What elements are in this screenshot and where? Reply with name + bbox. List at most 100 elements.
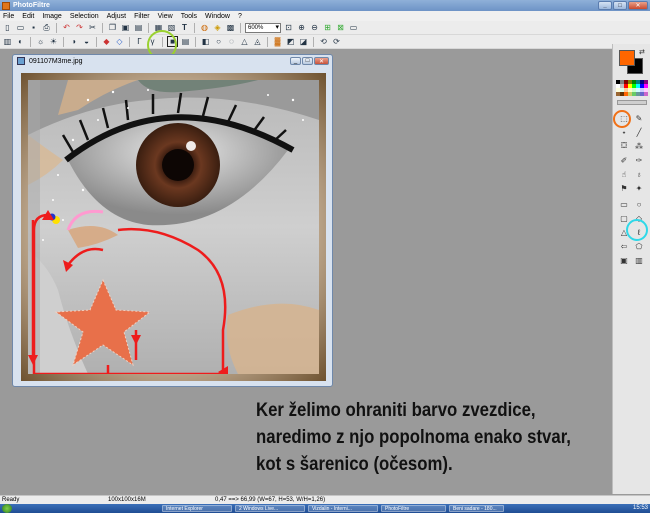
paste-new-icon[interactable]: ▤ xyxy=(133,22,144,33)
menu-file[interactable]: File xyxy=(3,13,14,20)
menu-edit[interactable]: Edit xyxy=(22,13,34,20)
paste-icon[interactable]: ▣ xyxy=(120,22,131,33)
toolbar-separator xyxy=(30,36,31,47)
caption-line-3: kot s šarenico (očesom). xyxy=(256,453,453,475)
explorer-icon[interactable]: ◈ xyxy=(212,22,223,33)
select-all-icon[interactable]: ▥ xyxy=(632,254,646,266)
taskbar-item-other[interactable]: Beni sadare - 180... xyxy=(449,505,504,512)
flip-icon[interactable]: ◪ xyxy=(298,36,309,47)
sepia-icon[interactable]: ▤ xyxy=(180,36,191,47)
palette-icon[interactable]: ◍ xyxy=(199,22,210,33)
toolbar-separator xyxy=(313,36,314,47)
foreground-color-swatch[interactable] xyxy=(619,50,635,66)
smudge-icon[interactable]: ♁ xyxy=(632,168,646,180)
copy-icon[interactable]: ❐ xyxy=(107,22,118,33)
arrow-shape-icon[interactable]: ⇦ xyxy=(617,240,631,252)
doc-minimize-button[interactable]: _ xyxy=(290,57,301,65)
menu-filter[interactable]: Filter xyxy=(134,13,150,20)
auto-levels-icon[interactable]: ▥ xyxy=(2,36,13,47)
cut-icon[interactable]: ✂ xyxy=(87,22,98,33)
blur-icon[interactable]: ○ xyxy=(213,36,224,47)
caption-line-1: Ker želimo ohraniti barvo zvezdice, xyxy=(256,399,536,421)
advanced-brush-icon[interactable]: ✑ xyxy=(632,154,646,166)
open-folder-icon[interactable]: ▭ xyxy=(15,22,26,33)
start-button[interactable] xyxy=(2,504,12,513)
menu-image[interactable]: Image xyxy=(42,13,61,20)
color-picker-icon[interactable]: ✎ xyxy=(632,112,646,124)
zoom-out-icon[interactable]: ⊖ xyxy=(309,22,320,33)
auto-contrast-icon[interactable]: ◐ xyxy=(15,36,26,47)
rotate-right-icon[interactable]: ⟳ xyxy=(331,36,342,47)
invert-selection-icon[interactable]: ▣ xyxy=(617,254,631,266)
print-icon[interactable]: ⎙ xyxy=(41,22,52,33)
stamp-icon[interactable]: ⚑ xyxy=(617,182,631,194)
pattern-icon[interactable]: ✦ xyxy=(632,182,646,194)
redo-icon[interactable]: ↷ xyxy=(74,22,85,33)
taskbar-item-ie[interactable]: Internet Explorer xyxy=(162,505,232,512)
zoom-reset-icon[interactable]: ⊡ xyxy=(283,22,294,33)
drop-icon[interactable]: ◬ xyxy=(252,36,263,47)
full-screen-icon[interactable]: ⊠ xyxy=(335,22,346,33)
minimize-button[interactable]: _ xyxy=(598,1,612,10)
taskbar-item-browser[interactable]: Vizdalin - Interni... xyxy=(308,505,378,512)
maximize-button[interactable]: □ xyxy=(613,1,627,10)
polygon-lasso-icon[interactable]: ⬠ xyxy=(632,240,646,252)
taskbar-item-photofiltre[interactable]: PhotoFiltre xyxy=(381,505,446,512)
rotate-left-icon[interactable]: ⟲ xyxy=(318,36,329,47)
zoom-in-icon[interactable]: ⊕ xyxy=(296,22,307,33)
rectangle-shape-icon[interactable]: ▭ xyxy=(617,198,631,210)
menu-view[interactable]: View xyxy=(158,13,173,20)
display-icon[interactable]: ▭ xyxy=(348,22,359,33)
text-icon[interactable]: T xyxy=(179,22,190,33)
image-canvas[interactable] xyxy=(21,73,326,381)
saturation-minus-icon[interactable]: ◇ xyxy=(114,36,125,47)
brightness-minus-icon[interactable]: ☀ xyxy=(48,36,59,47)
toolbar-separator xyxy=(63,36,64,47)
contrast-minus-icon[interactable]: ◒ xyxy=(81,36,92,47)
taskbar-item-windows-live[interactable]: 2 Windows Live... xyxy=(235,505,305,512)
menu-selection[interactable]: Selection xyxy=(70,13,99,20)
title-bar: PhotoFiltre _ □ ✕ xyxy=(0,0,650,11)
app-icon xyxy=(2,1,10,10)
close-button[interactable]: ✕ xyxy=(628,1,648,10)
brightness-plus-icon[interactable]: ☼ xyxy=(35,36,46,47)
color-swatch-grid[interactable] xyxy=(616,80,648,96)
saturation-plus-icon[interactable]: ◆ xyxy=(101,36,112,47)
pyramid-icon[interactable]: △ xyxy=(239,36,250,47)
image-icon[interactable]: ▩ xyxy=(225,22,236,33)
filter-toolbar: ▥ ◐ ☼ ☀ ◑ ◒ ◆ ◇ Γ γ ■ ▤ ◧ ○ ◌ △ ◬ ▓ ◩ ◪ … xyxy=(0,35,650,49)
new-file-icon[interactable]: ▯ xyxy=(2,22,13,33)
status-bar: Ready 100x100x16M 0,47 ==> 66,99 (W=67, … xyxy=(0,495,650,504)
doc-close-button[interactable]: ✕ xyxy=(314,57,329,65)
line-tool-icon[interactable]: ╱ xyxy=(632,126,646,138)
zoom-select[interactable]: 600% xyxy=(245,22,281,33)
toolbar-separator xyxy=(240,22,241,33)
soften-icon[interactable]: ◌ xyxy=(226,36,237,47)
sharpen-icon[interactable]: ◧ xyxy=(200,36,211,47)
blur-finger-icon[interactable]: ☝ xyxy=(617,168,631,180)
filter-colors-icon[interactable]: ▓ xyxy=(272,36,283,47)
menu-bar: File Edit Image Selection Adjust Filter … xyxy=(0,11,650,21)
fit-window-icon[interactable]: ⊞ xyxy=(322,22,333,33)
doc-maximize-button[interactable]: □ xyxy=(302,57,313,65)
toolbar-separator xyxy=(102,22,103,33)
contrast-plus-icon[interactable]: ◑ xyxy=(68,36,79,47)
ellipse-shape-icon[interactable]: ○ xyxy=(632,198,646,210)
fill-bucket-icon[interactable]: ⛋ xyxy=(617,140,631,152)
magic-wand-icon[interactable]: ⋆ xyxy=(617,126,631,138)
document-title-bar[interactable]: 091107M3me.jpg _ □ ✕ xyxy=(13,55,332,67)
gamma-plus-icon[interactable]: Γ xyxy=(134,36,145,47)
undo-icon[interactable]: ↶ xyxy=(61,22,72,33)
save-icon[interactable]: ▪ xyxy=(28,22,39,33)
spray-icon[interactable]: ⁂ xyxy=(632,140,646,152)
menu-tools[interactable]: Tools xyxy=(181,13,197,20)
menu-help[interactable]: ? xyxy=(238,13,242,20)
menu-adjust[interactable]: Adjust xyxy=(107,13,126,20)
clock: 15:53 xyxy=(632,505,648,511)
swap-colors-icon[interactable]: ⇄ xyxy=(639,48,645,56)
palette-scroll[interactable] xyxy=(617,100,647,105)
menu-window[interactable]: Window xyxy=(205,13,230,20)
mirror-icon[interactable]: ◩ xyxy=(285,36,296,47)
toolbar-separator xyxy=(148,22,149,33)
brush-icon[interactable]: ✐ xyxy=(617,154,631,166)
